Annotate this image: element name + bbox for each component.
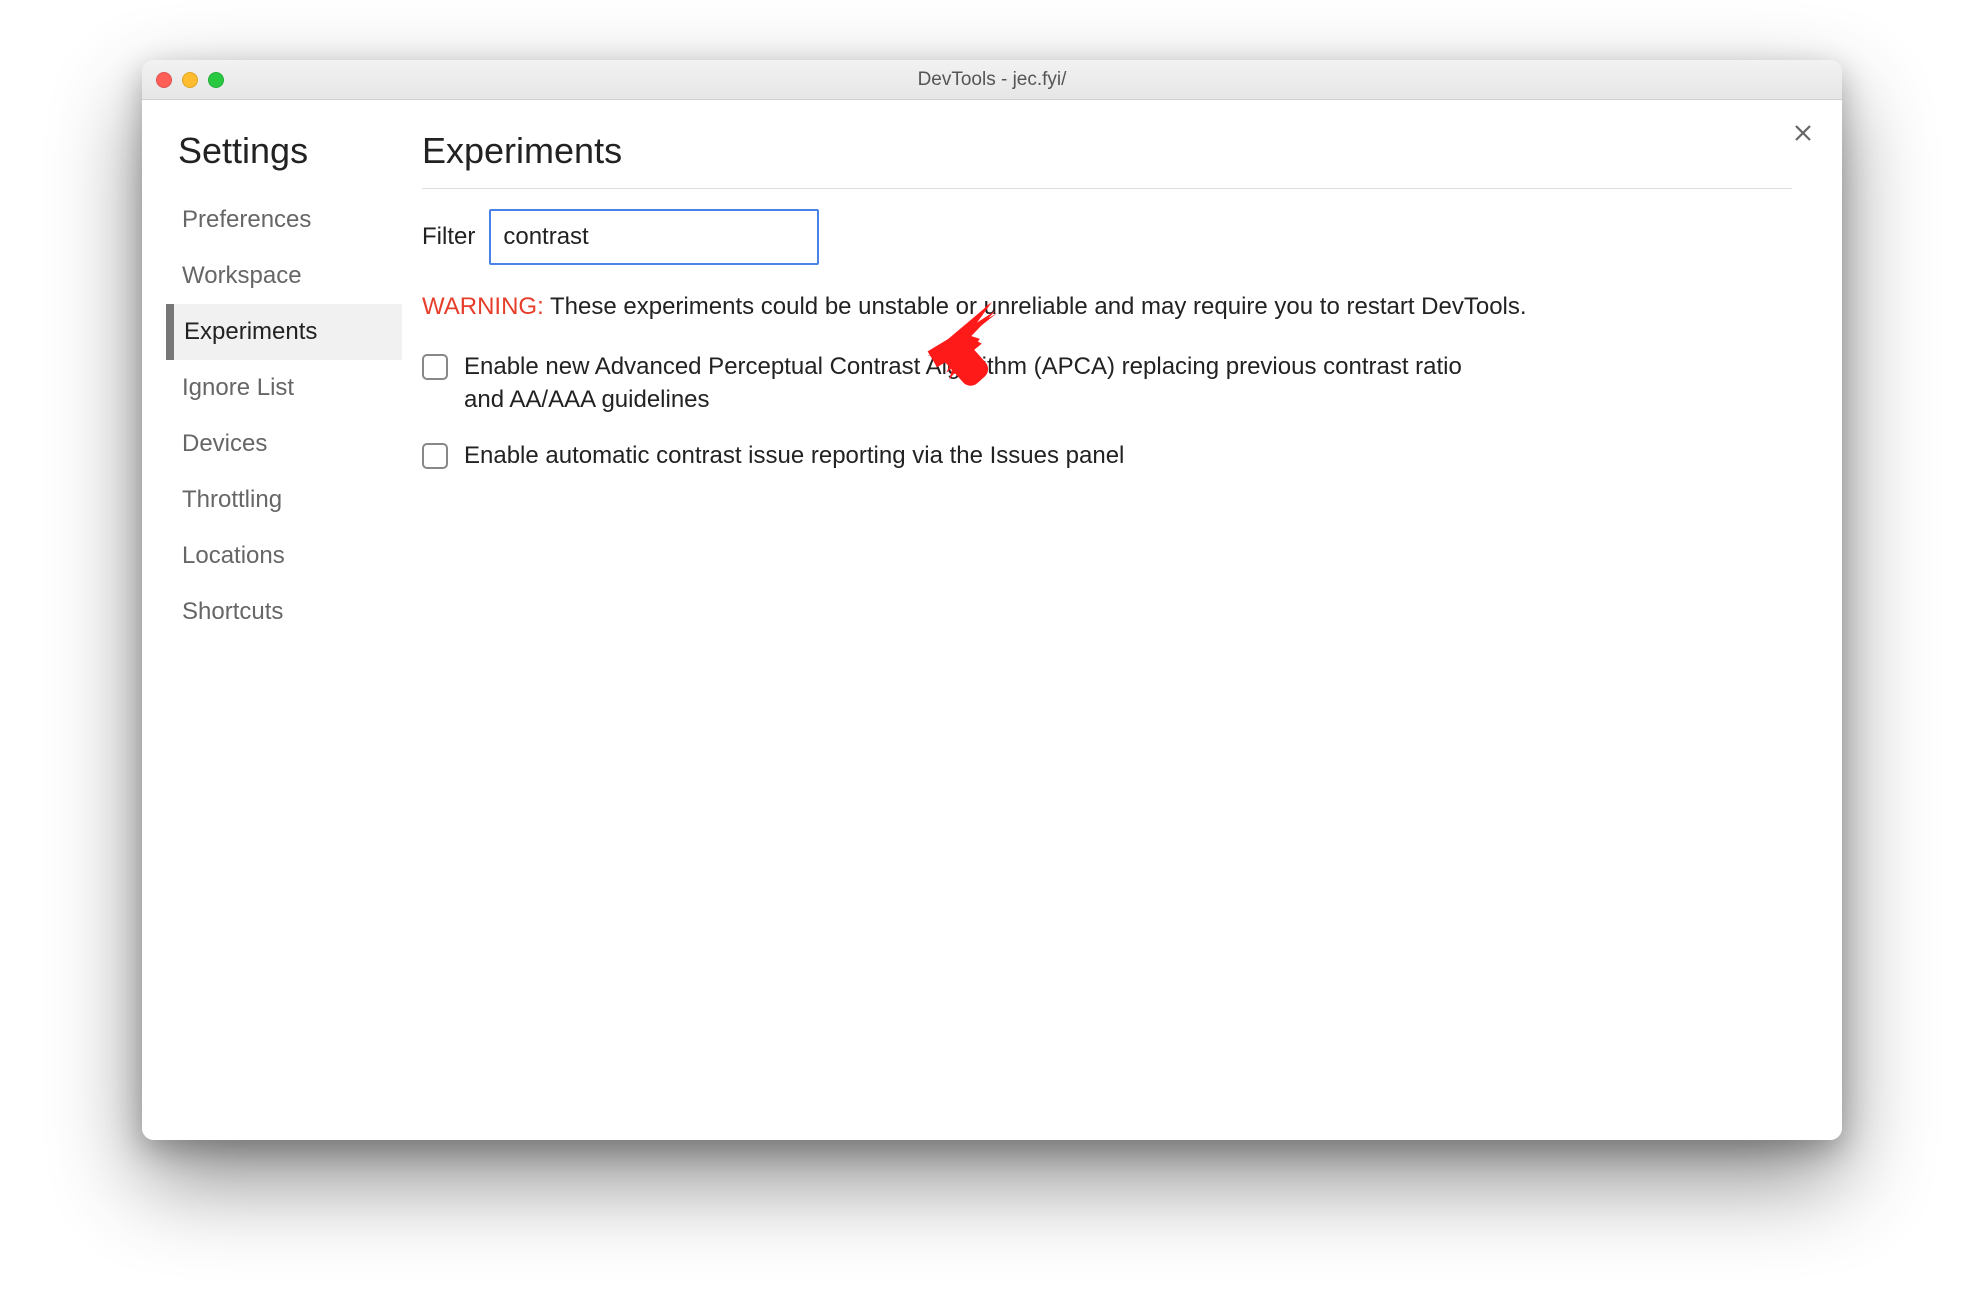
sidebar-item-throttling[interactable]: Throttling xyxy=(166,472,402,528)
experiment-label: Enable new Advanced Perceptual Contrast … xyxy=(464,351,1482,416)
sidebar-title: Settings xyxy=(172,130,402,172)
sidebar-item-locations[interactable]: Locations xyxy=(166,528,402,584)
experiment-label: Enable automatic contrast issue reportin… xyxy=(464,440,1124,472)
filter-row: Filter xyxy=(422,209,1792,265)
sidebar-item-ignore-list[interactable]: Ignore List xyxy=(166,360,402,416)
sidebar-item-experiments[interactable]: Experiments xyxy=(166,304,402,360)
window-minimize-icon[interactable] xyxy=(182,72,198,88)
sidebar-item-label: Throttling xyxy=(182,486,282,513)
warning-text: WARNING: These experiments could be unst… xyxy=(422,291,1792,323)
filter-label: Filter xyxy=(422,223,475,251)
sidebar-item-devices[interactable]: Devices xyxy=(166,416,402,472)
traffic-lights xyxy=(156,72,224,88)
settings-sidebar: Settings Preferences Workspace Experiments… xyxy=(142,100,402,1140)
sidebar-item-label: Preferences xyxy=(182,206,311,233)
sidebar-item-label: Shortcuts xyxy=(182,598,283,625)
close-button[interactable] xyxy=(1788,118,1818,148)
experiment-row: Enable automatic contrast issue reportin… xyxy=(422,440,1482,472)
sidebar-item-label: Ignore List xyxy=(182,374,294,401)
warning-prefix: WARNING: xyxy=(422,293,544,320)
titlebar: DevTools - jec.fyi/ xyxy=(142,60,1842,100)
sidebar-item-label: Locations xyxy=(182,542,285,569)
experiment-checkbox[interactable] xyxy=(422,354,448,380)
sidebar-item-label: Devices xyxy=(182,430,267,457)
sidebar-item-workspace[interactable]: Workspace xyxy=(166,248,402,304)
window-title: DevTools - jec.fyi/ xyxy=(142,69,1842,91)
window-close-icon[interactable] xyxy=(156,72,172,88)
warning-body: These experiments could be unstable or u… xyxy=(544,293,1527,320)
experiment-row: Enable new Advanced Perceptual Contrast … xyxy=(422,351,1482,416)
experiment-checkbox[interactable] xyxy=(422,443,448,469)
devtools-window: DevTools - jec.fyi/ Settings Preferences… xyxy=(142,60,1842,1140)
sidebar-item-label: Workspace xyxy=(182,262,302,289)
close-icon xyxy=(1794,118,1812,149)
sidebar-item-label: Experiments xyxy=(184,318,317,345)
page-title: Experiments xyxy=(422,130,1792,189)
sidebar-item-shortcuts[interactable]: Shortcuts xyxy=(166,584,402,640)
main-panel: Experiments Filter WARNING: These experi… xyxy=(402,100,1842,1140)
content-area: Settings Preferences Workspace Experiments… xyxy=(142,100,1842,1140)
sidebar-item-preferences[interactable]: Preferences xyxy=(166,192,402,248)
filter-input[interactable] xyxy=(489,209,819,265)
window-zoom-icon[interactable] xyxy=(208,72,224,88)
